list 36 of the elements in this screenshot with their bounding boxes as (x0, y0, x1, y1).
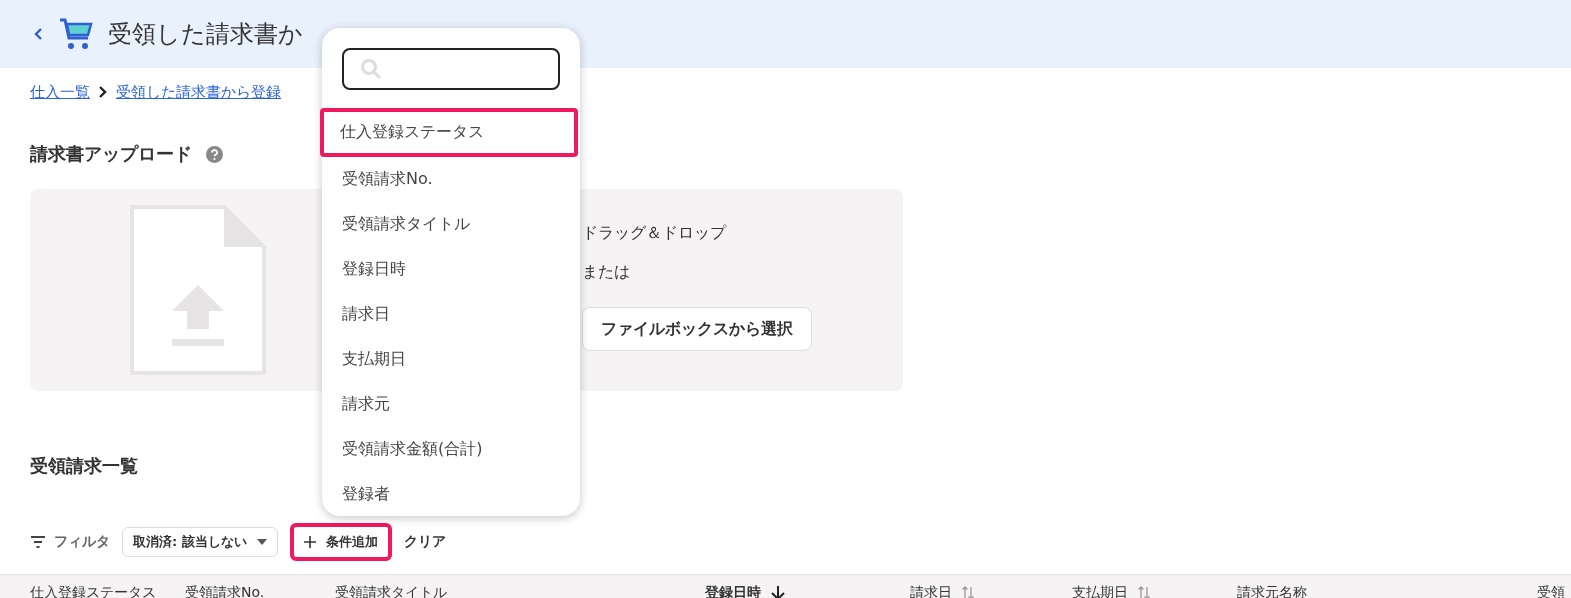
menu-item[interactable]: 受領請求タイトル (322, 202, 580, 247)
search-field[interactable] (342, 48, 560, 90)
menu-item[interactable]: 支払期日 (322, 337, 580, 382)
column-header[interactable]: 請求元名称 (1237, 584, 1307, 598)
menu-item[interactable]: 仕入登録ステータス (320, 108, 578, 157)
section-title: 請求書アップロード (30, 142, 192, 166)
back-icon[interactable] (32, 26, 44, 42)
or-text: または (582, 262, 630, 283)
filter-label: フィルタ (54, 533, 110, 551)
caret-icon (256, 539, 267, 545)
menu-item[interactable]: 請求日 (322, 292, 580, 337)
filter-chip[interactable]: 取消済: 該当しない (122, 527, 278, 557)
breadcrumb-link[interactable]: 受領した請求書から登録 (116, 82, 281, 102)
arrow-down-icon[interactable] (771, 585, 785, 598)
menu-item[interactable]: 受領請求No. (322, 157, 580, 202)
menu-item[interactable]: 請求元 (322, 382, 580, 427)
page-title: 受領した請求書か (108, 19, 303, 50)
menu-item[interactable]: 受領請求金額(合計) (322, 427, 580, 472)
cart-icon (58, 16, 94, 52)
chevron-right-icon (98, 85, 108, 99)
clear-button[interactable]: クリア (399, 533, 450, 551)
plus-icon (303, 536, 316, 548)
add-condition-button[interactable]: 条件追加 (289, 523, 392, 561)
search-icon (360, 58, 382, 80)
section-title: 受領請求一覧 (30, 454, 138, 478)
drop-text: ドラッグ＆ドロップ (582, 223, 726, 244)
select-file-button[interactable]: ファイルボックスから選択 (582, 307, 812, 351)
help-icon[interactable] (206, 145, 223, 163)
sort-icon[interactable] (1138, 585, 1150, 598)
sort-icon[interactable] (962, 585, 974, 598)
column-header[interactable]: 請求日 (910, 584, 952, 598)
menu-item[interactable]: 登録者 (322, 472, 580, 517)
breadcrumb-link[interactable]: 仕入一覧 (30, 82, 90, 102)
menu-item[interactable]: 登録日時 (322, 247, 580, 292)
filter-icon (30, 536, 46, 548)
file-upload-icon (130, 205, 266, 375)
